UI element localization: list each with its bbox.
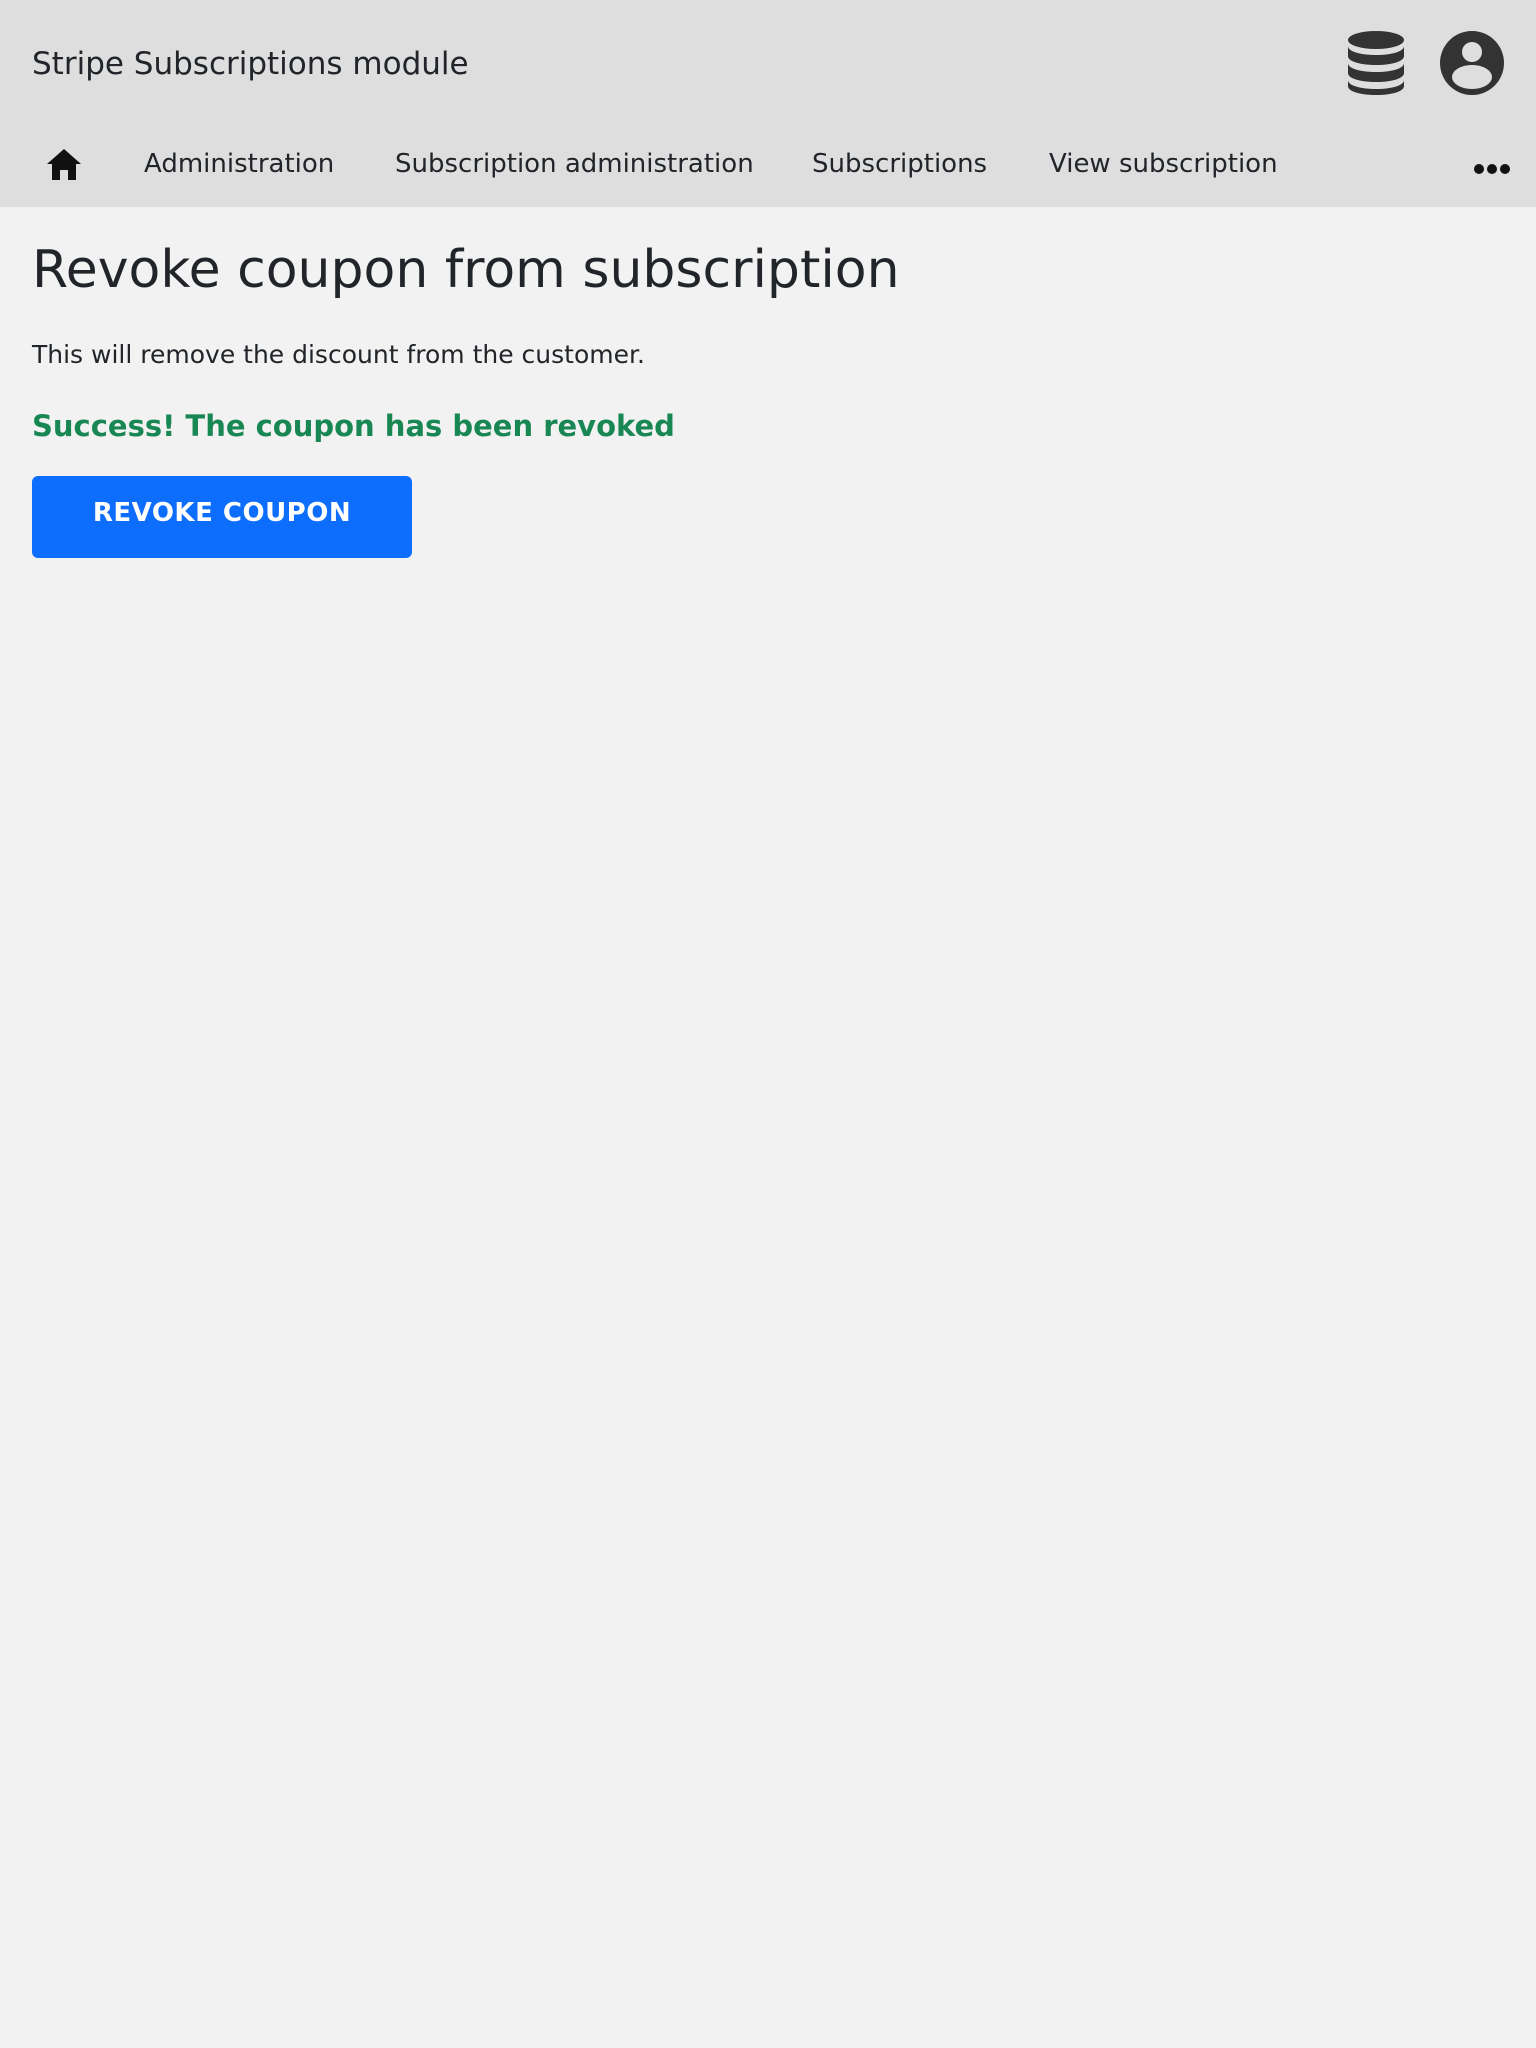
nav-item-view-subscription[interactable]: View subscription [1049,146,1278,182]
nav-item-subscriptions[interactable]: Subscriptions [812,146,987,182]
revoke-coupon-button[interactable]: REVOKE COUPON [32,476,412,558]
breadcrumb-nav: Administration Subscription administrati… [0,130,1536,200]
app-title[interactable]: Stripe Subscriptions module [32,40,469,88]
database-icon[interactable] [1346,30,1406,96]
nav-item-subscription-administration[interactable]: Subscription administration [395,146,754,182]
success-message: Success! The coupon has been revoked [32,409,675,443]
user-circle-icon[interactable] [1440,31,1504,95]
more-horizontal-icon[interactable] [1474,160,1510,174]
page-title: Revoke coupon from subscription [32,240,900,300]
page-description: This will remove the discount from the c… [32,340,645,369]
nav-item-administration[interactable]: Administration [144,146,334,182]
home-icon[interactable] [45,147,83,183]
top-header: Stripe Subscriptions module Administrati… [0,0,1536,207]
